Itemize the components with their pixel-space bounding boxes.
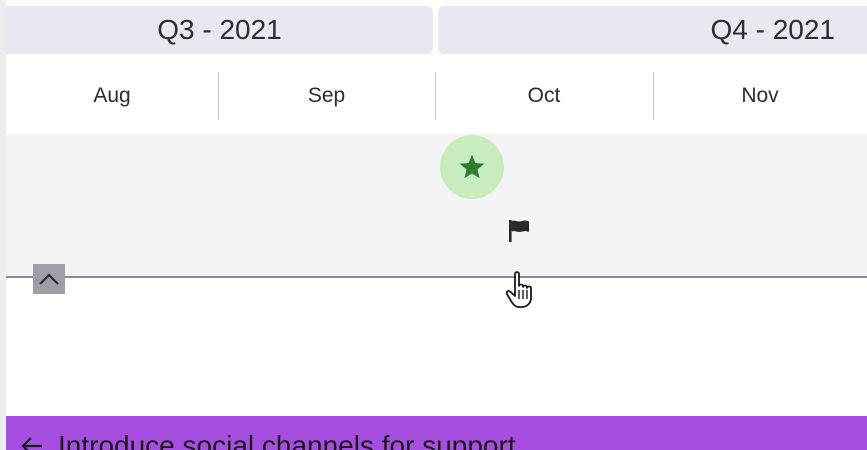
collapse-lane-button[interactable] [33,264,65,294]
star-icon [459,154,485,179]
quarter-label: Q3 - 2021 [157,14,282,45]
month-row: Aug Sep Oct Nov [6,72,867,120]
quarter-header-q3-2021: Q3 - 2021 [6,6,433,54]
arrow-left-icon[interactable] [20,436,44,450]
month-divider [653,72,654,120]
month-oct: Oct [527,84,561,107]
month-divider [435,72,436,120]
month-aug: Aug [93,84,131,107]
hand-cursor-icon [505,271,532,308]
banner-title: Introduce social channels for support [58,430,516,450]
month-nov: Nov [741,84,779,107]
quarter-label: Q4 - 2021 [710,14,835,45]
quarter-header-q4-2021: Q4 - 2021 [438,6,867,54]
month-divider [218,72,219,120]
timeline-lane [6,134,867,276]
lane-separator-line [6,276,867,278]
milestone-star-badge[interactable] [440,135,504,199]
month-sep: Sep [307,84,346,107]
flag-icon[interactable] [505,217,533,245]
initiative-banner[interactable]: Introduce social channels for support [6,416,867,450]
chevron-up-icon [39,273,59,285]
